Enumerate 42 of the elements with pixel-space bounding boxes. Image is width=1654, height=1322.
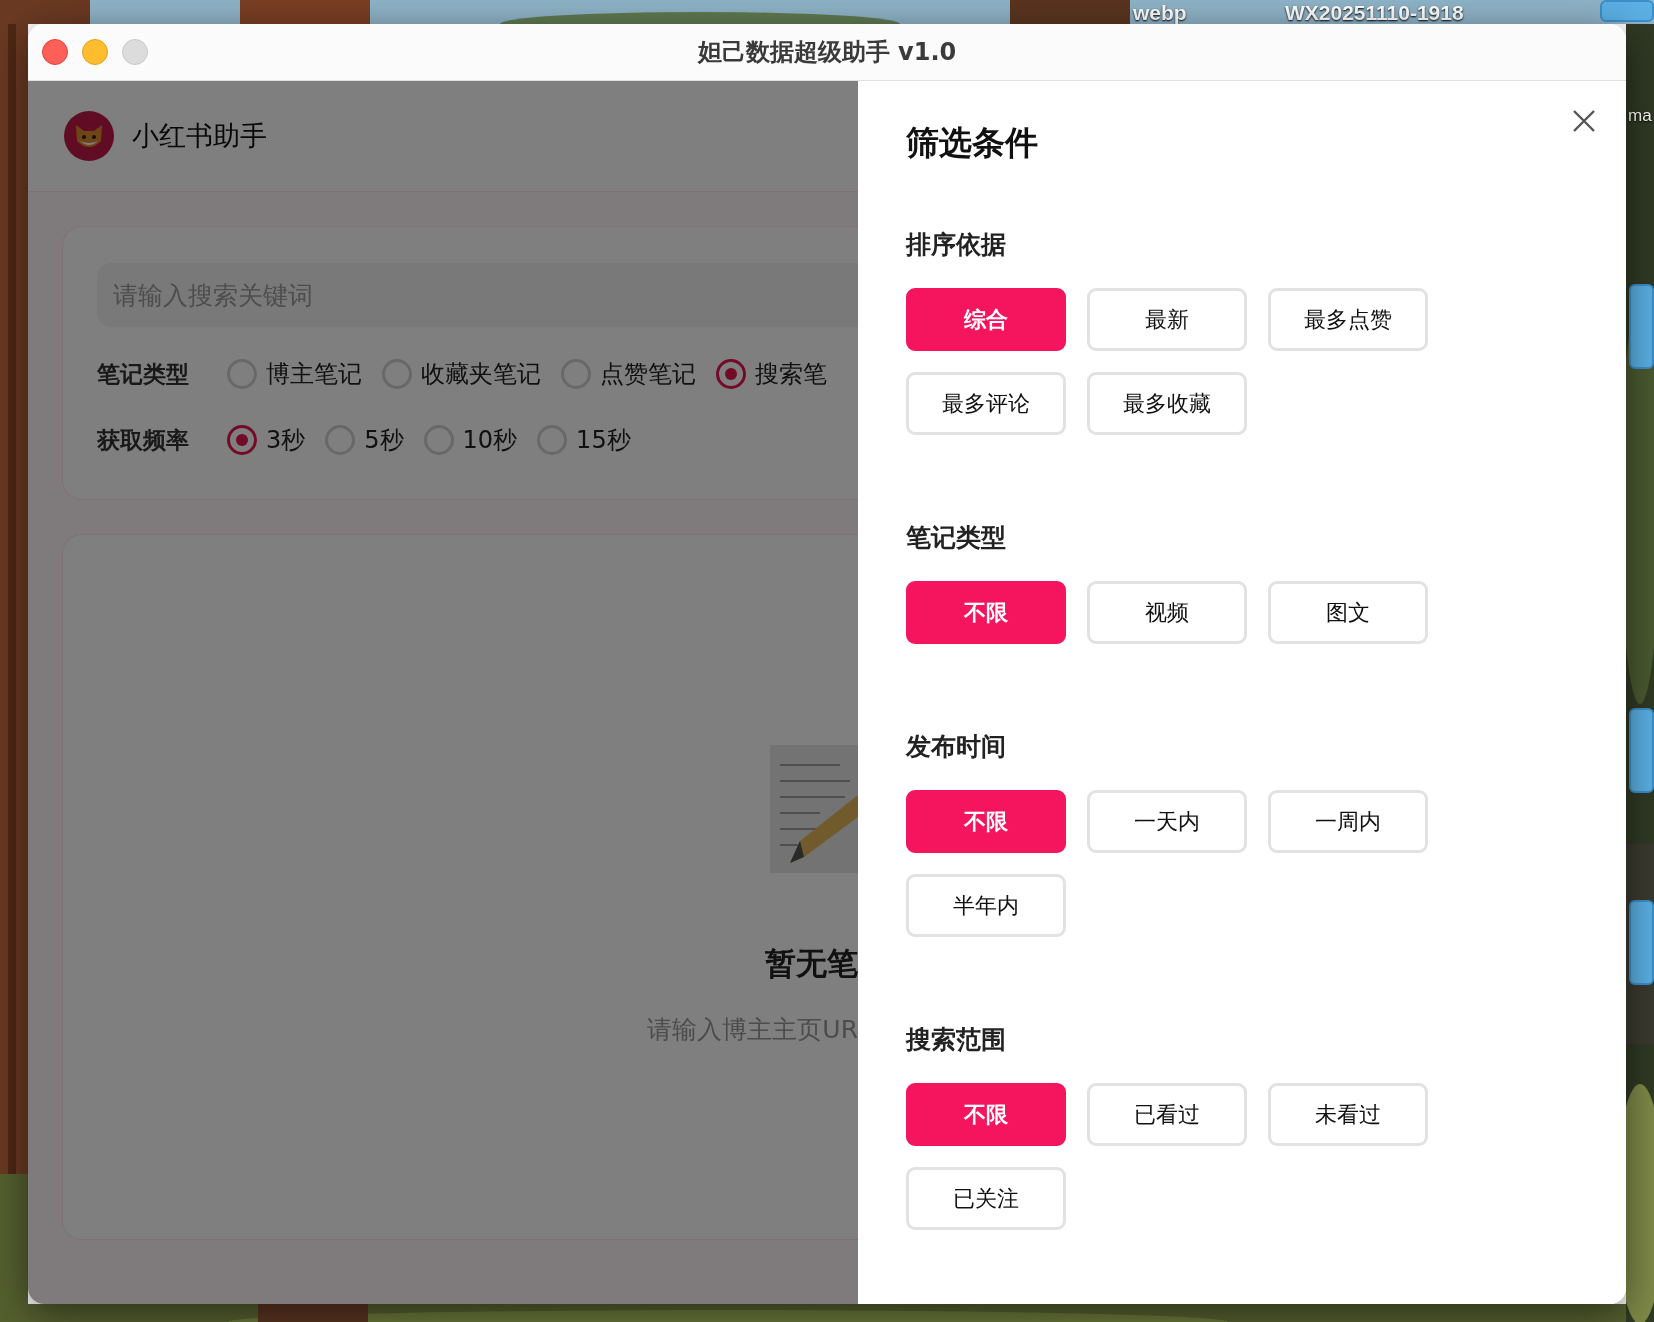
fox-avatar-icon	[64, 111, 114, 161]
radio-label[interactable]: 15秒	[576, 424, 631, 456]
filter-option[interactable]: 半年内	[906, 874, 1066, 937]
filter-option[interactable]: 不限	[906, 1083, 1066, 1146]
radio-label[interactable]: 博主笔记	[266, 358, 362, 390]
filter-option[interactable]: 已看过	[1087, 1083, 1247, 1146]
option-label: 获取频率	[97, 425, 190, 455]
drawer-title: 筛选条件	[906, 122, 1039, 164]
radio-label[interactable]: 3秒	[266, 424, 306, 456]
filter-option[interactable]: 未看过	[1268, 1083, 1428, 1146]
note-pencil-icon	[770, 745, 858, 873]
filter-option[interactable]: 不限	[906, 581, 1066, 644]
filter-option[interactable]: 最多收藏	[1087, 372, 1247, 435]
filter-option[interactable]: 最新	[1087, 288, 1247, 351]
filter-option[interactable]: 已关注	[906, 1167, 1066, 1230]
radio-label[interactable]: 10秒	[462, 424, 518, 456]
filter-option[interactable]: 图文	[1268, 581, 1428, 644]
option-label: 笔记类型	[97, 359, 190, 389]
radio-button[interactable]	[716, 359, 746, 389]
filter-option[interactable]: 综合	[906, 288, 1066, 351]
section-label: 排序依据	[906, 229, 1007, 261]
section-label: 笔记类型	[906, 522, 1007, 554]
section-label: 发布时间	[906, 731, 1007, 763]
section-label: 搜索范围	[906, 1024, 1007, 1056]
radio-label[interactable]: 收藏夹笔记	[421, 358, 541, 390]
radio-label[interactable]: 搜索笔	[755, 358, 827, 390]
filter-option[interactable]: 最多点赞	[1268, 288, 1428, 351]
minimize-button[interactable]	[82, 39, 108, 65]
radio-button[interactable]	[227, 425, 257, 455]
close-icon[interactable]	[1572, 109, 1596, 133]
close-button[interactable]	[42, 39, 68, 65]
filter-option[interactable]: 不限	[906, 790, 1066, 853]
filter-option[interactable]: 一天内	[1087, 790, 1247, 853]
filter-option[interactable]: 一周内	[1268, 790, 1428, 853]
window-title: 妲己数据超级助手 v1.0	[697, 37, 957, 68]
app-title: 小红书助手	[132, 119, 267, 153]
radio-label[interactable]: 点赞笔记	[600, 358, 696, 390]
empty-title: 暂无笔	[765, 944, 858, 983]
radio-label[interactable]: 5秒	[364, 424, 404, 456]
zoom-button[interactable]	[122, 39, 148, 65]
filter-option[interactable]: 最多评论	[906, 372, 1066, 435]
filter-option[interactable]: 视频	[1087, 581, 1247, 644]
